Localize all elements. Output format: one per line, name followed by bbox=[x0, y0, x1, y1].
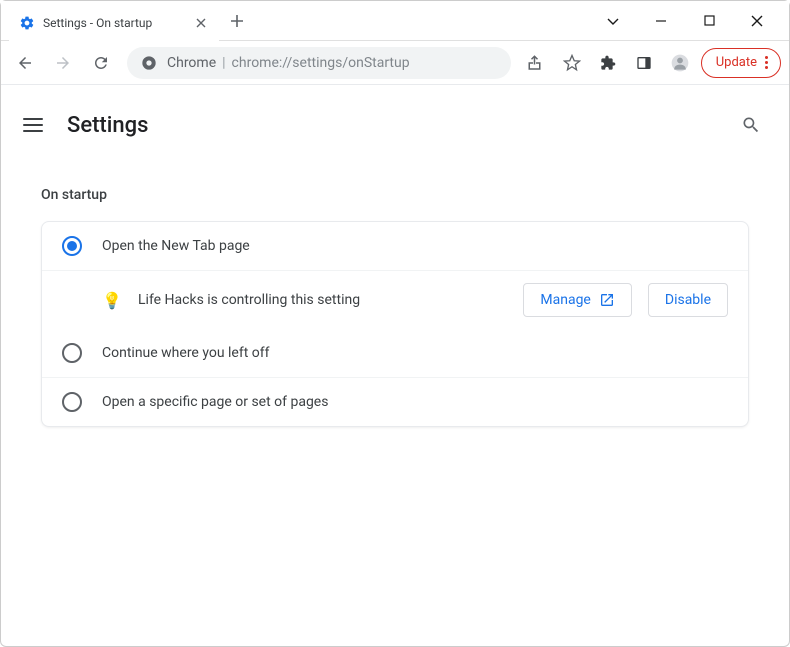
radio-continue[interactable] bbox=[62, 343, 82, 363]
extensions-icon[interactable] bbox=[593, 48, 623, 78]
chrome-logo-icon bbox=[141, 55, 157, 71]
external-link-icon bbox=[599, 292, 615, 308]
window-controls bbox=[581, 1, 789, 40]
toolbar: Chrome | chrome://settings/onStartup Upd… bbox=[1, 41, 789, 85]
share-icon[interactable] bbox=[521, 48, 551, 78]
radio-specific[interactable] bbox=[62, 392, 82, 412]
option-newtab-row[interactable]: Open the New Tab page bbox=[42, 222, 748, 270]
bookmark-star-icon[interactable] bbox=[557, 48, 587, 78]
radio-newtab[interactable] bbox=[62, 236, 82, 256]
tab-title: Settings - On startup bbox=[43, 16, 185, 30]
update-button[interactable]: Update bbox=[701, 48, 781, 78]
window-titlebar: Settings - On startup bbox=[1, 1, 789, 41]
search-button[interactable] bbox=[733, 107, 769, 143]
disable-button[interactable]: Disable bbox=[648, 283, 728, 317]
manage-label: Manage bbox=[540, 292, 590, 308]
option-specific-row[interactable]: Open a specific page or set of pages bbox=[42, 377, 748, 426]
sidepanel-icon[interactable] bbox=[629, 48, 659, 78]
option-specific-label: Open a specific page or set of pages bbox=[102, 394, 728, 410]
disable-label: Disable bbox=[665, 292, 711, 308]
close-tab-icon[interactable] bbox=[193, 15, 209, 31]
address-bar[interactable]: Chrome | chrome://settings/onStartup bbox=[127, 47, 511, 79]
url-host: Chrome bbox=[167, 55, 216, 71]
page-title: Settings bbox=[67, 113, 711, 138]
chevron-down-icon[interactable] bbox=[599, 7, 627, 35]
close-window-button[interactable] bbox=[743, 7, 771, 35]
option-continue-row[interactable]: Continue where you left off bbox=[42, 329, 748, 377]
new-tab-button[interactable] bbox=[223, 7, 251, 35]
hamburger-menu-icon[interactable] bbox=[21, 113, 45, 137]
section-title: On startup bbox=[17, 163, 773, 221]
option-newtab-label: Open the New Tab page bbox=[102, 238, 728, 254]
update-label: Update bbox=[716, 55, 757, 70]
startup-options-card: Open the New Tab page 💡 Life Hacks is co… bbox=[41, 221, 749, 427]
url-path: chrome://settings/onStartup bbox=[232, 55, 410, 71]
forward-button[interactable] bbox=[47, 47, 79, 79]
maximize-button[interactable] bbox=[695, 7, 723, 35]
menu-dots-icon bbox=[765, 56, 768, 69]
lightbulb-icon: 💡 bbox=[102, 290, 122, 310]
page-content: Settings On startup Open the New Tab pag… bbox=[1, 85, 789, 427]
option-continue-label: Continue where you left off bbox=[102, 345, 728, 361]
minimize-button[interactable] bbox=[647, 7, 675, 35]
back-button[interactable] bbox=[9, 47, 41, 79]
reload-button[interactable] bbox=[85, 47, 117, 79]
gear-icon bbox=[19, 15, 35, 31]
extension-notice-row: 💡 Life Hacks is controlling this setting… bbox=[42, 270, 748, 329]
extension-notice-label: Life Hacks is controlling this setting bbox=[138, 292, 507, 308]
manage-button[interactable]: Manage bbox=[523, 283, 631, 317]
address-text: Chrome | chrome://settings/onStartup bbox=[167, 55, 410, 71]
browser-tab[interactable]: Settings - On startup bbox=[9, 5, 219, 41]
page-header: Settings bbox=[17, 101, 773, 163]
profile-avatar-icon[interactable] bbox=[665, 48, 695, 78]
titlebar-spacer bbox=[255, 1, 581, 40]
